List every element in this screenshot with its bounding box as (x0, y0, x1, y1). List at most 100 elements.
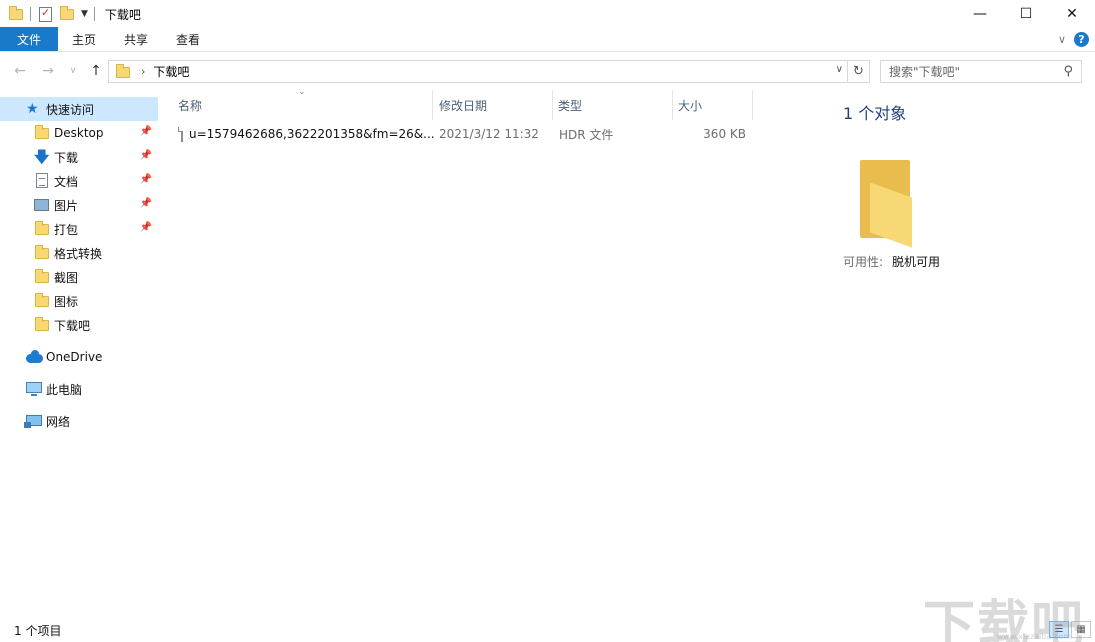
column-label: 名称 (178, 98, 203, 113)
download-icon: 🡇 (34, 148, 50, 166)
column-divider[interactable] (752, 90, 753, 120)
maximize-button[interactable]: ☐ (1003, 0, 1049, 28)
back-button[interactable]: ← (9, 60, 31, 82)
sidebar-item-label: Desktop (54, 126, 104, 140)
file-name: u=1579462686,3622201358&fm=26&... (189, 127, 435, 141)
column-header-modified[interactable]: 修改日期 (429, 90, 549, 120)
properties-icon[interactable] (37, 6, 53, 22)
pin-icon: 📌 (139, 174, 152, 185)
folder-icon (34, 221, 50, 237)
up-button[interactable]: ↑ (85, 60, 107, 82)
sidebar-item-package[interactable]: 打包 📌 (0, 217, 158, 241)
sidebar-item-label: 打包 (54, 222, 79, 237)
address-bar[interactable]: › 下载吧 ∨ ↻ (108, 60, 870, 83)
sidebar-item-label: 文档 (54, 174, 79, 189)
star-icon: ★ (26, 101, 39, 117)
window-controls: — ☐ ✕ (957, 0, 1095, 28)
new-folder-icon[interactable] (59, 6, 75, 22)
pin-icon: 📌 (139, 222, 152, 233)
tab-home[interactable]: 主页 (58, 27, 110, 51)
sidebar-item-xiazaiba[interactable]: 下载吧 (0, 313, 158, 337)
toolbar-separator (93, 7, 95, 21)
sidebar-item-network[interactable]: 网络 (0, 409, 158, 433)
sidebar-item-this-pc[interactable]: 此电脑 (0, 377, 158, 401)
document-icon (34, 173, 50, 189)
sidebar-item-label: OneDrive (46, 350, 103, 364)
toolbar-separator (30, 7, 31, 21)
sidebar-item-label: 截图 (54, 270, 79, 285)
minimize-button[interactable]: — (957, 0, 1003, 28)
availability-value: 脱机可用 (892, 255, 941, 269)
sidebar-item-label: 下载 (54, 150, 79, 165)
close-button[interactable]: ✕ (1049, 0, 1095, 28)
chevron-down-icon[interactable]: ∨ (1058, 33, 1066, 46)
column-label: 修改日期 (439, 98, 488, 113)
sidebar-item-icons[interactable]: 图标 (0, 289, 158, 313)
column-label: 大小 (678, 98, 703, 113)
sidebar-item-label: 图标 (54, 294, 79, 309)
address-row: ← → ∨ ↑ › 下载吧 ∨ ↻ 搜索"下载吧" ⚲ (0, 53, 1095, 89)
window-title: 下载吧 (104, 7, 141, 22)
sidebar-item-label: 下载吧 (54, 318, 91, 333)
folder-preview-icon (858, 160, 914, 248)
column-header-size[interactable]: 大小 (668, 90, 752, 120)
help-icon[interactable]: ? (1074, 32, 1089, 47)
details-count: 1 个对象 (843, 104, 907, 123)
cloud-icon (26, 349, 43, 365)
file-modified: 2021/3/12 11:32 (439, 127, 539, 141)
tab-file[interactable]: 文件 (0, 27, 58, 51)
column-header-name[interactable]: 名称 ⌄ (168, 87, 432, 120)
sidebar-item-quick-access[interactable]: ★ 快速访问 (0, 97, 158, 121)
breadcrumb-current[interactable]: 下载吧 (153, 63, 189, 80)
quick-access-toolbar: ▼ 下载吧 (0, 0, 141, 28)
folder-icon (8, 6, 24, 22)
network-icon (24, 413, 42, 429)
watermark-url: www.xiazaiba.com (996, 632, 1071, 641)
table-row[interactable]: u=1579462686,3622201358&fm=26&... 2021/3… (168, 123, 758, 145)
pin-icon: 📌 (139, 198, 152, 209)
folder-icon (34, 245, 50, 261)
tab-view[interactable]: 查看 (162, 27, 214, 51)
sidebar-item-label: 网络 (46, 414, 71, 429)
sidebar-item-documents[interactable]: 文档 📌 (0, 169, 158, 193)
sidebar-item-onedrive[interactable]: OneDrive (0, 345, 158, 369)
search-placeholder: 搜索"下载吧" (889, 65, 961, 79)
folder-icon (34, 293, 50, 309)
search-input[interactable]: 搜索"下载吧" ⚲ (880, 60, 1082, 83)
availability-label: 可用性: (843, 255, 884, 269)
folder-icon (34, 125, 50, 141)
sidebar-item-desktop[interactable]: Desktop 📌 (0, 121, 158, 145)
recent-locations-button[interactable]: ∨ (62, 60, 84, 82)
forward-button[interactable]: → (37, 60, 59, 82)
column-label: 类型 (558, 98, 583, 113)
sidebar-item-label: 快速访问 (46, 102, 95, 117)
ribbon-tabs: 文件 主页 共享 查看 ∨ ? (0, 27, 1095, 52)
title-bar: ▼ 下载吧 — ☐ ✕ (0, 0, 1095, 28)
folder-icon (34, 317, 50, 333)
sidebar-item-pictures[interactable]: 图片 📌 (0, 193, 158, 217)
customize-toolbar-icon[interactable]: ▼ (81, 9, 88, 19)
file-icon (178, 126, 183, 142)
details-pane: 1 个对象 可用性: 脱机可用 (820, 90, 1090, 610)
search-icon: ⚲ (1063, 64, 1073, 79)
sidebar-item-label: 图片 (54, 198, 79, 213)
tab-share[interactable]: 共享 (110, 27, 162, 51)
sidebar-item-screenshots[interactable]: 截图 (0, 265, 158, 289)
pin-icon: 📌 (139, 150, 152, 161)
sidebar-item-format-convert[interactable]: 格式转换 (0, 241, 158, 265)
address-dropdown-icon[interactable]: ∨ (836, 64, 843, 75)
refresh-button[interactable]: ↻ (847, 61, 869, 82)
folder-icon (115, 63, 131, 80)
file-list: 名称 ⌄ 修改日期 类型 大小 u=1579462686,3622201358&… (168, 87, 788, 610)
column-header-type[interactable]: 类型 (548, 90, 668, 120)
breadcrumb-chevron-icon[interactable]: › (141, 65, 145, 78)
sidebar-item-label: 格式转换 (54, 246, 103, 261)
ribbon-right: ∨ ? (1058, 32, 1089, 47)
sidebar-item-label: 此电脑 (46, 382, 83, 397)
folder-icon (34, 269, 50, 285)
sidebar-item-downloads[interactable]: 🡇 下载 📌 (0, 145, 158, 169)
pictures-icon (34, 197, 50, 213)
